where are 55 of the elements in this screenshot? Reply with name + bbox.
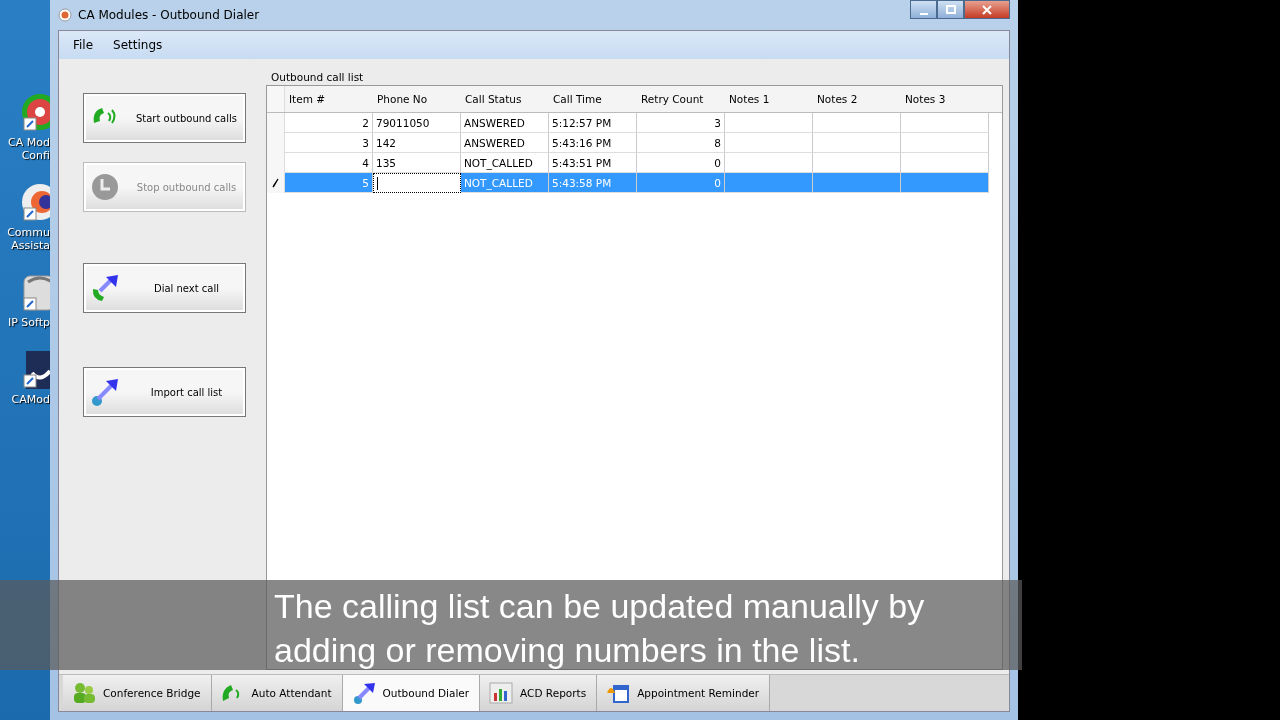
table-cell: 8 (637, 133, 725, 153)
action-button[interactable]: Import call list (83, 367, 246, 417)
table-cell: 5:12:57 PM (549, 113, 637, 133)
window-title: CA Modules - Outbound Dialer (78, 8, 260, 22)
close-icon (982, 4, 992, 15)
module-tab[interactable]: Auto Attendant (211, 675, 343, 711)
menu-item[interactable]: File (65, 36, 102, 54)
module-tab[interactable]: ACD Reports (480, 675, 598, 711)
table-cell: ANSWERED (461, 133, 549, 153)
close-button[interactable] (964, 0, 1010, 19)
column-header[interactable]: Notes 1 (725, 86, 813, 112)
minimize-icon (919, 12, 928, 15)
video-caption: The calling list can be updated manually by adding or removing numbers in the list. (274, 586, 926, 670)
icon-label: CAMod (11, 393, 50, 406)
table-cell: NOT_CALLED (461, 173, 549, 193)
arrow-icon (90, 377, 120, 407)
bar-chart-icon (488, 681, 515, 705)
module-tab[interactable]: Outbound Dialer (342, 675, 481, 711)
table-cell: 5 (285, 173, 373, 193)
action-button[interactable]: Dial next call (83, 263, 246, 313)
column-header[interactable]: Item # (285, 86, 373, 112)
group-title: Outbound call list (271, 71, 365, 83)
icon-label: CA Mod (8, 136, 50, 149)
column-header[interactable]: Call Status (461, 86, 549, 112)
icon-label: IP Softp (7, 316, 50, 329)
column-header[interactable]: Call Time (549, 86, 637, 112)
table-cell: 2 (285, 113, 373, 133)
icon-label: Assista (11, 239, 50, 252)
table-cell: 5:43:16 PM (549, 133, 637, 153)
clock-icon (90, 172, 120, 202)
people-icon (71, 681, 97, 705)
minimize-button[interactable] (910, 0, 937, 19)
app-logo-icon (58, 8, 72, 22)
column-header[interactable]: Retry Count (637, 86, 725, 112)
maximize-icon (945, 4, 956, 15)
table-cell: 142 (373, 133, 461, 153)
table-cell: 3 (285, 133, 373, 153)
table-cell: 5:43:58 PM (549, 173, 637, 193)
table-cell: 79011050 (373, 113, 461, 133)
icon-label: Commu (7, 226, 50, 239)
module-tab[interactable]: Conference Bridge (63, 675, 212, 711)
icon-label: Confi (21, 149, 50, 162)
action-button[interactable]: Start outbound calls (83, 93, 246, 143)
phone-input-field[interactable] (373, 173, 461, 193)
module-tab[interactable]: Appointment Reminder (597, 675, 771, 711)
column-header[interactable]: Notes 3 (901, 86, 989, 112)
table-cell: 0 (637, 173, 725, 193)
column-header[interactable]: Phone No (373, 86, 461, 112)
table-cell: ANSWERED (461, 113, 549, 133)
column-header[interactable]: Notes 2 (813, 86, 901, 112)
menu-item[interactable]: Settings (105, 36, 171, 54)
row-header[interactable] (267, 173, 285, 193)
phone-icon (90, 273, 120, 303)
table-cell: 3 (637, 113, 725, 133)
maximize-button[interactable] (937, 0, 964, 19)
